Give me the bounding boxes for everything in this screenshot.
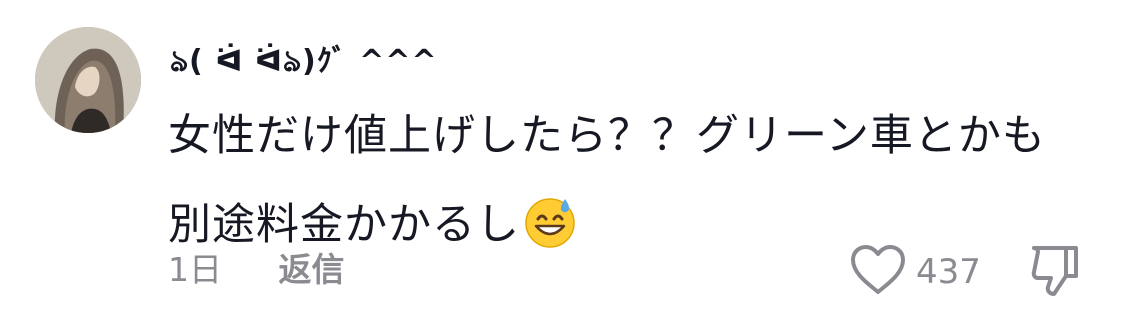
thumbs-down-icon [1031, 246, 1078, 296]
comment-text: 女性だけ値上げしたら？？グリーン車とかも別途料金かかるし [168, 111, 1046, 250]
username[interactable]: ঌ( ᐛ ᐛঌ)ｸﾞ ^^^ [170, 36, 438, 88]
heart-icon [851, 245, 905, 294]
avatar[interactable] [35, 27, 141, 133]
avatar-image [35, 27, 141, 133]
grinning-face-with-sweat-emoji [525, 198, 575, 248]
timestamp: 1日 [168, 250, 222, 289]
comment-item: ঌ( ᐛ ᐛঌ)ｸﾞ ^^^ 女性だけ値上げしたら？？グリーン車とかも別途料金か… [0, 0, 1125, 330]
comment-body: 女性だけ値上げしたら？？グリーン車とかも別途料金かかるし [168, 92, 1073, 270]
dislike-button[interactable] [1026, 242, 1084, 300]
like-count: 437 [916, 252, 981, 292]
reply-button[interactable]: 返信 [279, 248, 345, 292]
comment-meta: 1日 返信 [168, 248, 345, 292]
like-button[interactable] [848, 243, 908, 297]
